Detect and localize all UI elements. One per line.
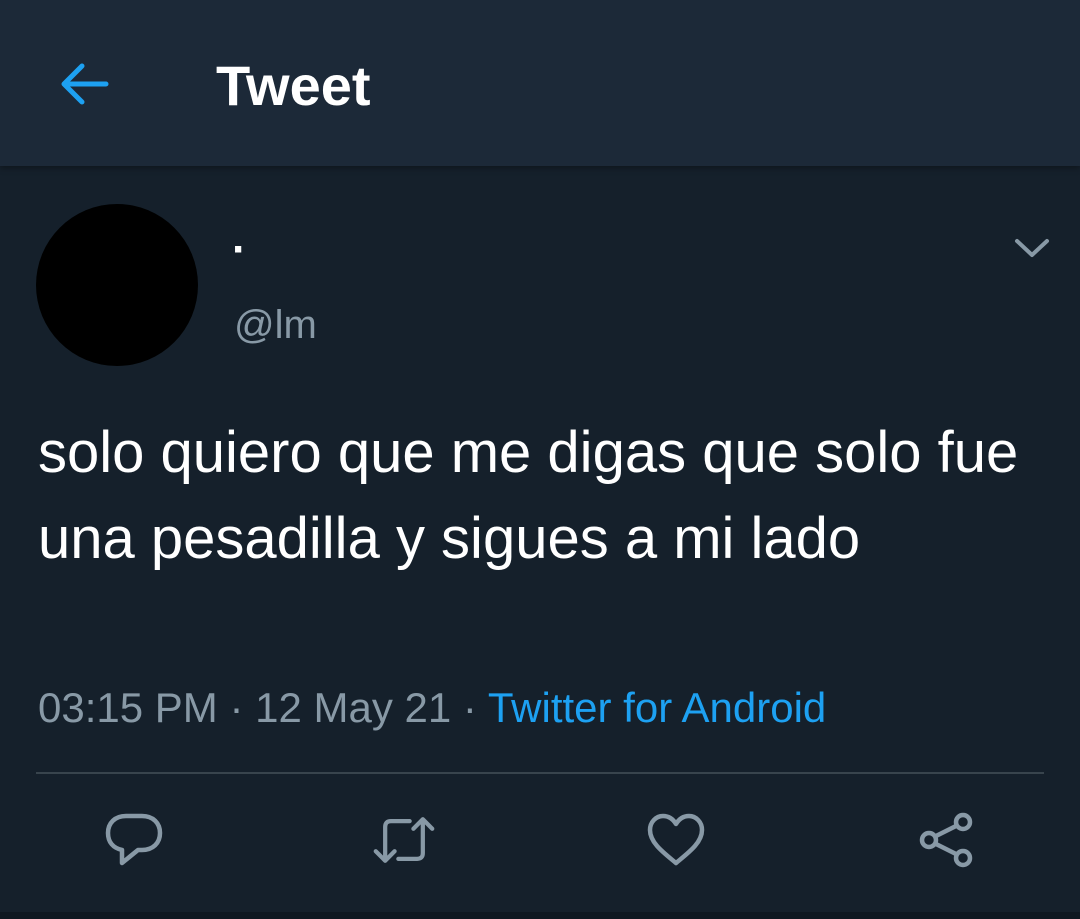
tweet-detail-screen: Tweet · @lm solo quiero que me digas que… [0,0,1080,919]
meta-separator: · [451,684,488,731]
back-button[interactable] [52,56,116,112]
chevron-down-icon [1015,239,1049,257]
like-button[interactable] [644,808,708,872]
tweet-date: 12 May 21 [255,684,452,731]
tweet-time: 03:15 PM [38,684,218,731]
author-display-name[interactable]: · [232,222,247,278]
bottom-edge [0,912,1080,919]
tweet-text: solo quiero que me digas que solo fue un… [38,420,1019,571]
tweet-options-button[interactable] [1008,228,1056,268]
share-icon [919,812,973,868]
share-button[interactable] [914,808,978,872]
author-handle[interactable]: @lm [234,300,317,350]
reply-button[interactable] [102,808,166,872]
heart-icon [647,813,705,866]
retweet-button[interactable] [372,808,436,872]
top-app-bar: Tweet [0,0,1080,166]
reply-icon [105,813,163,866]
tweet-meta: 03:15 PM · 12 May 21 · Twitter for Andro… [38,682,826,734]
avatar[interactable] [36,204,198,366]
page-title: Tweet [216,54,371,117]
retweet-icon [373,817,435,863]
arrow-left-icon [61,63,109,105]
tweet-source-link[interactable]: Twitter for Android [488,684,826,731]
meta-separator: · [217,684,256,731]
divider [36,772,1044,774]
